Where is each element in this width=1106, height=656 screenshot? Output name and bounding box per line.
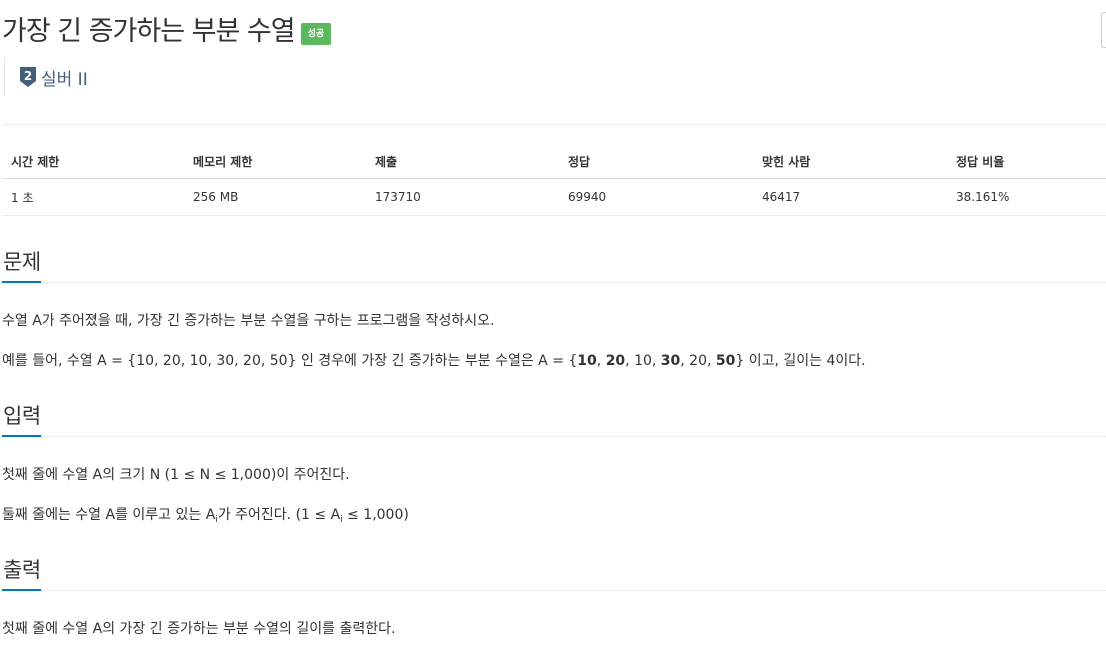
input-line: 첫째 줄에 수열 A의 크기 N (1 ≤ N ≤ 1,000)이 주어진다. (2, 467, 350, 483)
section-title-description: 문제 (3, 250, 41, 274)
example-prefix: 예를 들어, 수열 A = {10, 20, 10, 30, 20, 50} 인… (2, 353, 578, 369)
memory-limit-value: 256 MB (184, 178, 366, 216)
column-header: 정답 비율 (947, 144, 1106, 179)
lis-element: 20 (605, 353, 626, 369)
solved-users-value: 46417 (753, 178, 947, 216)
section-divider (2, 281, 1106, 283)
output-line: 첫째 줄에 수열 A의 가장 긴 증가하는 부분 수열의 길이를 출력한다. (2, 621, 396, 637)
sequence-text: , 10, (625, 353, 661, 369)
page-title: 가장 긴 증가하는 부분 수열 (2, 16, 296, 47)
submissions-value: 173710 (366, 178, 559, 216)
input-text: 가 주어진다. (1 ≤ A (217, 507, 341, 523)
column-header: 제출 (366, 144, 559, 179)
column-header: 맞힌 사람 (753, 144, 947, 179)
problem-header: 가장 긴 증가하는 부분 수열 성공 (0, 12, 332, 52)
tier-info[interactable]: 2 실버 II (4, 58, 88, 96)
sequence-text: , 20, (680, 353, 716, 369)
input-text: 둘째 줄에는 수열 A를 이루고 있는 A (2, 507, 216, 523)
lis-element: 30 (660, 353, 681, 369)
section-divider (2, 589, 1106, 591)
problem-info-table: 시간 제한 메모리 제한 제출 정답 맞힌 사람 정답 비율 1 초 256 M… (2, 144, 1106, 216)
problem-menu-button[interactable] (1101, 12, 1106, 48)
sequence-text: , (596, 353, 606, 369)
description-section: 문제 수열 A가 주어졌을 때, 가장 긴 증가하는 부분 수열을 구하는 프로… (2, 248, 1106, 371)
section-title-input: 입력 (3, 404, 41, 428)
silver-tier-icon: 2 (20, 67, 36, 87)
description-line: 수열 A가 주어졌을 때, 가장 긴 증가하는 부분 수열을 구하는 프로그램을… (2, 313, 495, 329)
acceptance-rate-value: 38.161% (947, 178, 1106, 216)
output-section: 출력 첫째 줄에 수열 A의 가장 긴 증가하는 부분 수열의 길이를 출력한다… (2, 556, 1106, 639)
example-suffix: } 이고, 길이는 4이다. (735, 353, 866, 369)
section-divider (2, 435, 1106, 437)
lis-element: 50 (715, 353, 736, 369)
input-section: 입력 첫째 줄에 수열 A의 크기 N (1 ≤ N ≤ 1,000)이 주어진… (2, 402, 1106, 525)
description-example: 예를 들어, 수열 A = {10, 20, 10, 30, 20, 50} 인… (2, 351, 1106, 371)
tier-label: 실버 II (41, 69, 88, 90)
time-limit-value: 1 초 (2, 178, 184, 216)
divider (2, 124, 1106, 125)
column-header: 메모리 제한 (184, 144, 366, 179)
status-badge: 성공 (300, 23, 332, 45)
lis-sequence: 10, 20, 10, 30, 20, 50 (577, 353, 735, 369)
input-line: 둘째 줄에는 수열 A를 이루고 있는 Ai가 주어진다. (1 ≤ Ai ≤ … (2, 505, 1106, 525)
section-title-output: 출력 (3, 558, 41, 582)
table-row: 1 초 256 MB 173710 69940 46417 38.161% (2, 178, 1106, 216)
tier-number: 2 (24, 69, 32, 83)
table-header-row: 시간 제한 메모리 제한 제출 정답 맞힌 사람 정답 비율 (2, 144, 1106, 179)
input-text: ≤ 1,000) (342, 507, 409, 523)
lis-element: 10 (577, 353, 597, 369)
accepted-value: 69940 (559, 178, 753, 216)
column-header: 시간 제한 (2, 144, 184, 179)
column-header: 정답 (559, 144, 753, 179)
